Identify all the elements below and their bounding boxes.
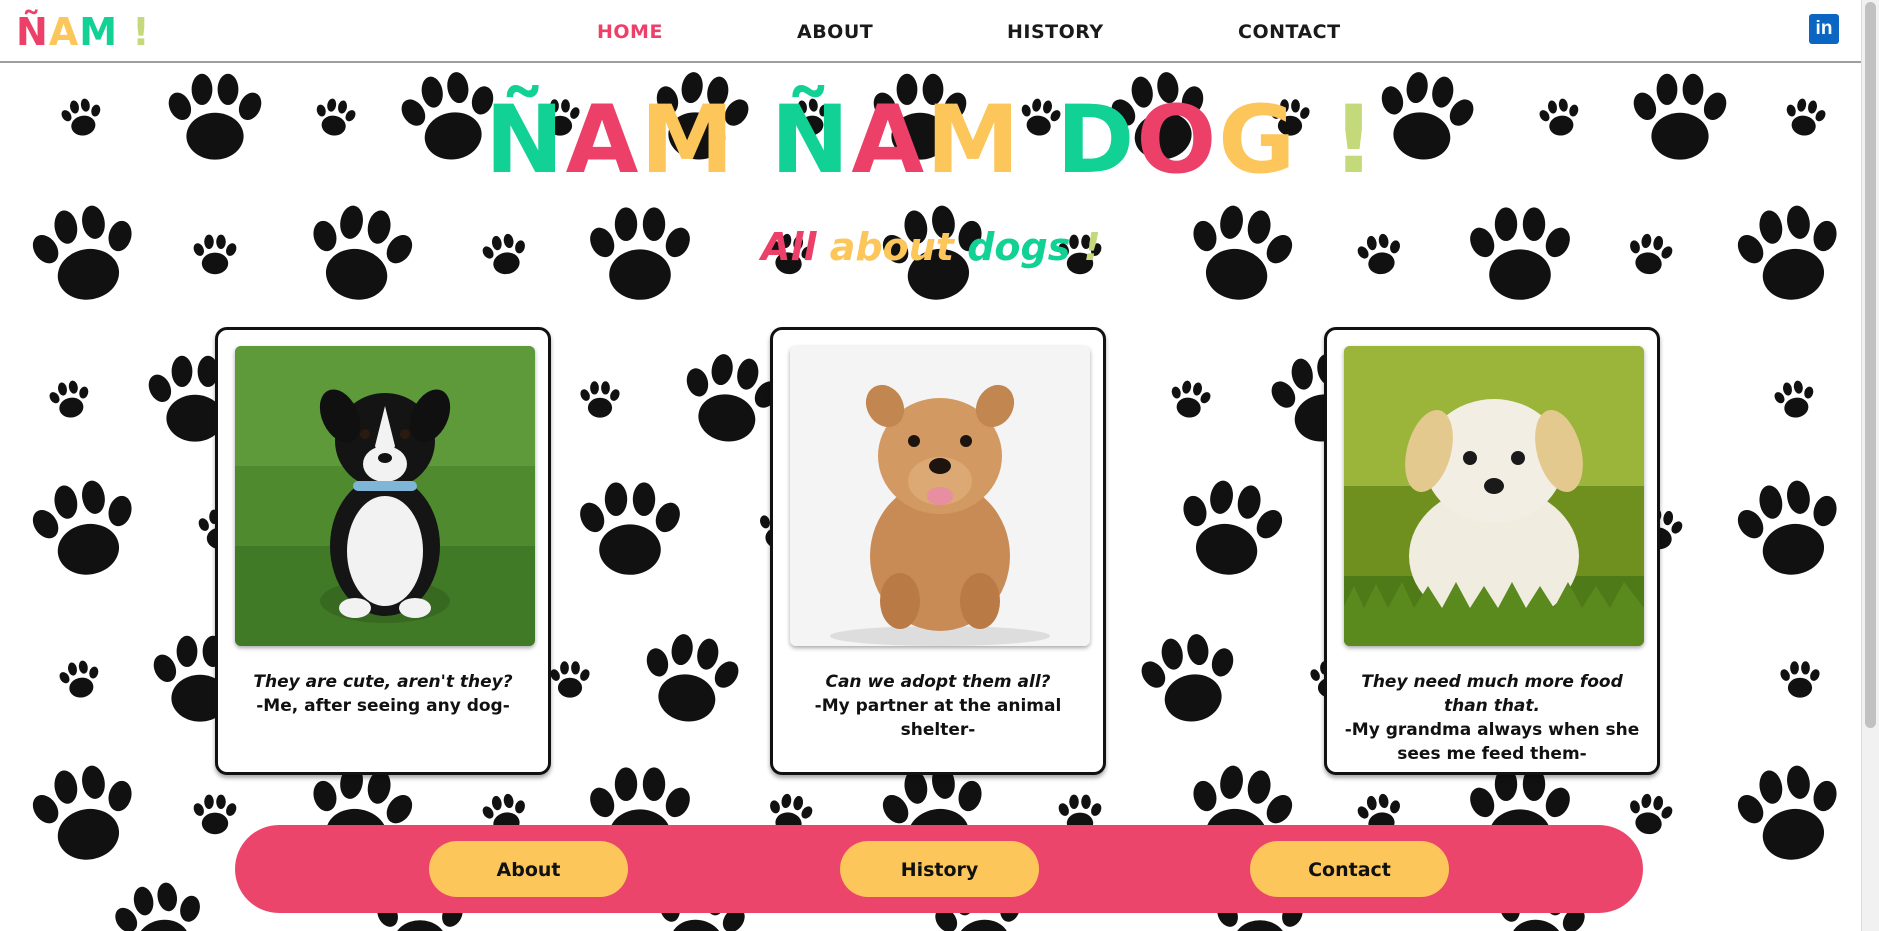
title-letter: O xyxy=(1136,86,1219,195)
nav-link-home[interactable]: HOME xyxy=(597,21,663,43)
title-letter: M xyxy=(926,86,1022,195)
top-navigation-bar: ÑAM ! HOME ABOUT HISTORY CONTACT in xyxy=(0,0,1862,63)
card-quote: Can we adopt them all? xyxy=(825,672,1051,692)
title-letter: Ñ xyxy=(770,86,852,195)
card-quote: They need much more food than that. xyxy=(1361,672,1623,716)
hero-subtitle: All about dogs ! xyxy=(0,223,1862,271)
paw-icon xyxy=(1770,377,1820,422)
vertical-scrollbar[interactable] xyxy=(1861,0,1879,931)
white-puppy-image xyxy=(1344,346,1644,646)
paw-icon xyxy=(106,876,213,931)
card-author: -My partner at the animal shelter- xyxy=(814,696,1062,740)
logo-letter: A xyxy=(48,10,80,54)
dog-card: Can we adopt them all? -My partner at th… xyxy=(770,327,1106,775)
paw-icon xyxy=(548,661,592,698)
paw-icon xyxy=(575,482,685,575)
nav-link-history[interactable]: HISTORY xyxy=(1007,21,1104,43)
dog-photo xyxy=(235,346,535,646)
contact-button[interactable]: Contact xyxy=(1250,841,1449,897)
title-letter: A xyxy=(565,86,641,195)
paw-icon xyxy=(578,381,622,418)
title-letter: M xyxy=(640,86,736,195)
card-author: -Me, after seeing any dog- xyxy=(256,696,510,716)
about-button[interactable]: About xyxy=(429,841,628,897)
paw-icon xyxy=(55,657,105,702)
paw-icon xyxy=(23,758,147,869)
paw-icon xyxy=(191,794,239,835)
paw-icon xyxy=(23,473,147,584)
title-letter: A xyxy=(851,86,927,195)
paw-icon xyxy=(1132,627,1248,730)
paw-icon xyxy=(45,377,95,422)
subtitle-word: ! xyxy=(1070,225,1101,269)
dog-photo xyxy=(1344,346,1644,646)
subtitle-word: All xyxy=(761,225,817,269)
logo-letter: Ñ xyxy=(16,10,49,54)
paw-icon xyxy=(1168,473,1292,584)
dog-card: They need much more food than that. -My … xyxy=(1324,327,1660,775)
paw-icon xyxy=(1778,661,1822,698)
card-author: -My grandma always when she sees me feed… xyxy=(1344,720,1640,764)
dog-photo xyxy=(790,346,1090,646)
history-button[interactable]: History xyxy=(840,841,1039,897)
hero-title: ÑAM ÑAM DOG ! xyxy=(0,86,1862,196)
title-letter: D xyxy=(1056,86,1137,195)
logo-letter: ! xyxy=(118,10,151,54)
nav-link-contact[interactable]: CONTACT xyxy=(1238,21,1341,43)
black-and-white-puppy-image xyxy=(235,346,535,646)
title-letter xyxy=(1022,86,1057,195)
title-letter: Ñ xyxy=(484,86,566,195)
card-quote: They are cute, aren't they? xyxy=(253,672,513,692)
footer-button-bar: About History Contact xyxy=(235,825,1643,913)
paw-icon xyxy=(1728,758,1852,869)
scrollbar-thumb[interactable] xyxy=(1865,2,1876,728)
title-letter: ! xyxy=(1297,86,1378,195)
nav-link-about[interactable]: ABOUT xyxy=(797,21,873,43)
title-letter: G xyxy=(1218,86,1298,195)
linkedin-icon[interactable]: in xyxy=(1809,14,1839,44)
terrier-dog-image xyxy=(790,346,1090,646)
site-logo[interactable]: ÑAM ! xyxy=(16,8,151,56)
title-letter xyxy=(736,86,771,195)
subtitle-word: dogs xyxy=(953,225,1071,269)
dog-card: They are cute, aren't they? -Me, after s… xyxy=(215,327,551,775)
subtitle-word: about xyxy=(816,225,954,269)
paw-icon xyxy=(632,627,748,730)
paw-icon xyxy=(1165,377,1215,422)
paw-icon xyxy=(1728,473,1852,584)
logo-letter: M xyxy=(79,10,119,54)
paw-icon xyxy=(1623,790,1677,838)
